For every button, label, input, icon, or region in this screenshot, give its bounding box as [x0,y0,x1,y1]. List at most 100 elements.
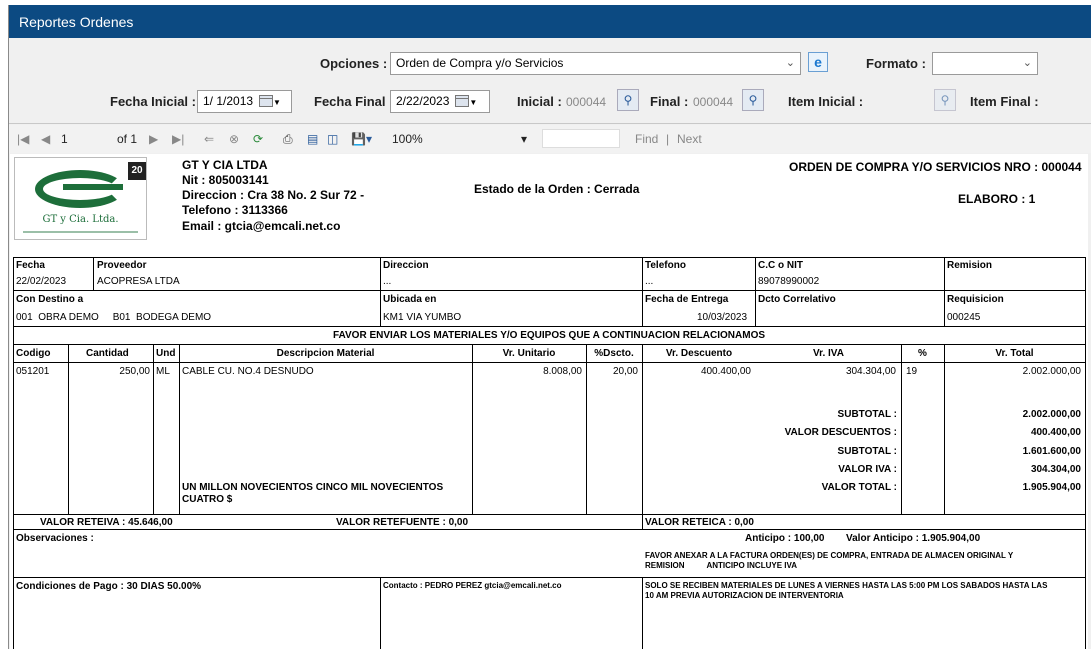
cc-nit-value: 89078990002 [758,276,820,287]
fecha-inicial-value: 1/ 1/2013 [203,94,254,108]
total-label: VALOR TOTAL : [821,482,897,493]
dropdown-arrow-icon: ▼ [273,98,281,107]
telefono-label: Telefono [645,260,686,271]
retefuente: VALOR RETEFUENTE : 0,00 [336,517,469,528]
page-count: of 1 [117,132,138,146]
subtotal2-label: SUBTOTAL : [837,446,897,457]
col-vr-iva: Vr. IVA [813,348,844,359]
rule [93,257,94,290]
destino-value: 001 OBRA DEMO B01 BODEGA DEMO [16,312,212,323]
opciones-select[interactable]: Orden de Compra y/o Servicios ⌄ [390,52,801,75]
rule [901,344,902,514]
zoom-select[interactable]: 100% [392,132,423,146]
item-vr-descuento: 400.400,00 [700,366,751,377]
condiciones-pago: Condiciones de Pago : 30 DIAS 50.00% [16,581,202,592]
back-icon[interactable]: ⇐ [204,132,214,146]
direccion-label: Direccion [383,260,429,271]
print-icon[interactable]: ⎙ [283,132,293,147]
col-vr-unitario: Vr. Unitario [502,348,556,359]
total-value: 1.905.904,00 [1022,482,1081,493]
dcto-label: Dcto Correlativo [758,294,836,305]
rule [13,257,1085,258]
destino-label: Con Destino a [16,294,84,305]
last-page-icon[interactable]: ▶| [172,132,184,146]
company-logo: 20 GT y Cia. Ltda. [14,157,147,240]
rule [179,344,180,514]
fecha-final-picker[interactable]: 2/22/2023 ▼ [390,90,490,113]
inicial-value[interactable]: 000044 [566,95,606,109]
company-telefono: Telefono : 3113366 [182,203,288,217]
chevron-down-icon: ⌄ [785,57,795,69]
print-layout-icon[interactable]: ▤ [307,132,318,146]
item-vr-unitario: 8.008,00 [543,366,582,377]
elaboro: ELABORO : 1 [958,192,1036,206]
next-page-icon[interactable]: ▶ [149,132,158,146]
ie-browser-icon[interactable]: e [808,52,828,72]
first-page-icon[interactable]: |◀ [17,132,29,146]
contacto: Contacto : PEDRO PEREZ gtcia@emcali.net.… [383,581,562,590]
subtotal1-value: 2.002.000,00 [1022,409,1081,420]
son-line-2: CUATRO $ [182,494,233,505]
iva-value: 304.304,00 [1030,464,1081,475]
find-input[interactable] [542,129,620,148]
find-link[interactable]: Find [635,132,658,146]
search-inicial-icon[interactable]: ⚲ [617,89,639,111]
solo-line-1: SOLO SE RECIBEN MATERIALES DE LUNES A VI… [645,581,1048,590]
favor-enviar-text: FAVOR ENVIAR LOS MATERIALES Y/O EQUIPOS … [332,330,766,341]
company-direccion: Direccion : Cra 38 No. 2 Sur 72 - [182,188,365,202]
logo-small-print [23,231,138,233]
dropdown-arrow-icon: ▼ [469,98,478,107]
prev-page-icon[interactable]: ◀ [41,132,50,146]
proveedor-value: ACOPRESA LTDA [97,276,180,287]
item-descripcion: CABLE CU. NO.4 DESNUDO [182,366,314,377]
export-icon[interactable]: 💾▾ [351,132,372,146]
item-codigo: 051201 [16,366,50,377]
direccion-value: ... [383,276,392,287]
requisicion-label: Requisicion [947,294,1004,305]
next-link[interactable]: Next [677,132,702,146]
rule [13,290,1085,291]
fecha-inicial-picker[interactable]: 1/ 1/2013 ▼ [197,90,292,113]
rule [13,344,1085,345]
refresh-icon[interactable]: ⟳ [253,132,263,146]
son-line-1: UN MILLON NOVECIENTOS CINCO MIL NOVECIEN… [182,482,444,493]
item-inicial-label: Item Inicial : [788,94,864,109]
col-vr-descuento: Vr. Descuento [665,348,733,359]
col-dscto: %Dscto. [594,348,634,359]
page-setup-icon[interactable]: ◫ [327,132,338,146]
item-vr-iva: 304.304,00 [845,366,896,377]
nota-line-1: FAVOR ANEXAR A LA FACTURA ORDEN(ES) DE C… [645,551,1014,560]
page-number[interactable]: 1 [61,132,68,146]
company-nit: Nit : 805003141 [182,173,269,187]
observaciones-label: Observaciones : [16,533,94,544]
fecha-entrega-label: Fecha de Entrega [645,294,729,305]
col-codigo: Codigo [16,348,51,359]
final-value[interactable]: 000044 [693,95,733,109]
report-toolbar: |◀ ◀ 1 of 1 ▶ ▶| ⇐ ⊗ ⟳ ⎙ ▤ ◫ 💾▾ 100% ▾ F… [9,125,1091,153]
formato-select[interactable]: ⌄ [932,52,1038,75]
inicial-label: Inicial : [517,94,562,109]
window-title: Reportes Ordenes [9,5,1091,38]
reteica: VALOR RETEICA : 0,00 [645,517,754,528]
item-cantidad: 250,00 [119,366,150,377]
opciones-label: Opciones : [320,56,388,71]
search-item-icon[interactable]: ⚲ [934,89,956,111]
formato-label: Formato : [866,56,926,71]
search-final-icon[interactable]: ⚲ [742,89,764,111]
remision-label: Remision [947,260,993,271]
zoom-dropdown-icon[interactable]: ▾ [521,132,527,146]
col-cantidad: Cantidad [86,348,129,359]
orden-nro: ORDEN DE COMPRA Y/O SERVICIOS NRO : 0000… [789,160,1082,174]
rule [13,577,1085,578]
rule [13,362,1085,363]
anticipo: Anticipo : 100,00 [745,533,825,544]
rule [153,344,154,514]
col-descripcion: Descripcion Material [276,348,375,359]
logo-text: GT y Cia. Ltda. [42,214,119,225]
fecha-value: 22/02/2023 [16,276,67,287]
cc-nit-label: C.C o NIT [758,260,803,271]
solo-line-2: 10 AM PREVIA AUTORIZACION DE INTERVENTOR… [645,591,844,600]
item-und: ML [156,366,170,377]
stop-icon[interactable]: ⊗ [229,132,239,146]
rule [13,529,1085,530]
